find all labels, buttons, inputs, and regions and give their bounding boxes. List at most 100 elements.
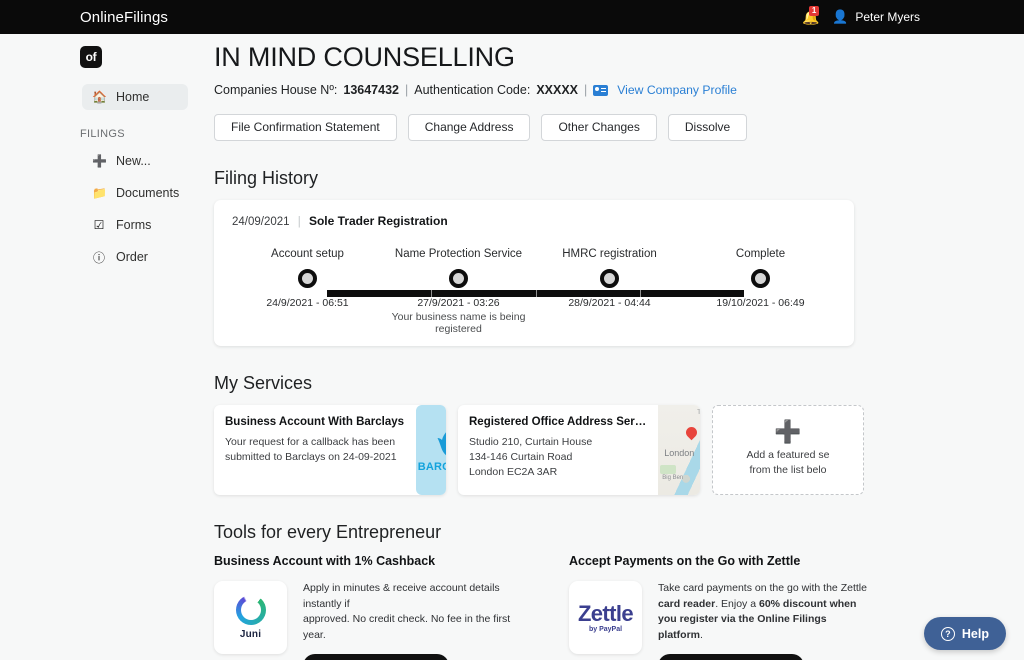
app-brand[interactable]: OnlineFilings: [80, 9, 168, 26]
registered-office-body: Registered Office Address Ser… Studio 21…: [458, 405, 658, 495]
barclays-text-line2: submitted to Barclays on 24-09-2021: [225, 451, 397, 463]
registered-office-map[interactable]: London Big Ben Temple C.: [658, 405, 700, 495]
juni-more-info-button[interactable]: ⓘ Get More Information: [303, 654, 449, 660]
sidebar-item-home-label: Home: [116, 90, 150, 104]
timeline-step-label: Account setup: [271, 248, 344, 260]
timeline-dot-icon: [751, 269, 770, 288]
zettle-desc-part-3: .: [700, 628, 703, 641]
sidebar-item-order-label: Order: [116, 250, 148, 264]
juni-text-block: Apply in minutes & receive account detai…: [303, 581, 514, 660]
timeline-step-label: HMRC registration: [562, 248, 657, 260]
zettle-desc-part-2: . Enjoy a: [715, 597, 759, 610]
sidebar-item-home[interactable]: 🏠 Home: [82, 84, 188, 110]
timeline-step-name-protection[interactable]: Name Protection Service 27/9/2021 - 03:2…: [383, 248, 534, 335]
timeline-step-time: 27/9/2021 - 03:26: [417, 297, 500, 309]
sidebar-item-documents-label: Documents: [116, 186, 180, 200]
map-label-temple: Temple C.: [697, 410, 700, 416]
main-content: IN MIND COUNSELLING Companies House Nº: …: [200, 34, 1024, 660]
meta-separator-1: |: [405, 83, 409, 97]
zettle-more-info-button[interactable]: ⓘ Get More Information: [658, 654, 804, 660]
juni-mark-icon: [236, 595, 266, 625]
barclays-body: Business Account With Barclays Your requ…: [214, 405, 416, 495]
filing-history-heading: Filing History: [214, 168, 319, 188]
user-avatar-icon: 👤: [832, 9, 849, 24]
zettle-wordmark: Zettle: [577, 600, 634, 626]
filing-timeline: Account setup 24/9/2021 - 06:51 Name Pro…: [232, 248, 836, 335]
timeline-dot-icon: [298, 269, 317, 288]
juni-desc-line-1: Apply in minutes & receive account detai…: [303, 582, 500, 610]
address-line-2: 134-146 Curtain Road: [469, 451, 573, 463]
address-line-3: London EC2A 3AR: [469, 466, 558, 478]
add-featured-service-card[interactable]: ➕ Add a featured se from the list belo: [712, 405, 864, 495]
juni-wordmark: Juni: [239, 629, 262, 640]
timeline-step-time: 24/9/2021 - 06:51: [266, 297, 349, 309]
zettle-logo-icon: Zettle by PayPal: [569, 581, 642, 654]
timeline-step-time: 28/9/2021 - 04:44: [568, 297, 651, 309]
dissolve-button[interactable]: Dissolve: [667, 114, 748, 141]
notifications-button[interactable]: 🔔 1: [802, 6, 820, 26]
timeline-step-account-setup[interactable]: Account setup 24/9/2021 - 06:51: [232, 248, 383, 335]
timeline-step-complete[interactable]: Complete 19/10/2021 - 06:49: [685, 248, 836, 335]
tools-row: Business Account with 1% Cashback Juni A…: [214, 554, 1024, 660]
file-confirmation-statement-button[interactable]: File Confirmation Statement: [214, 114, 397, 141]
service-card-registered-office[interactable]: Registered Office Address Ser… Studio 21…: [458, 405, 700, 495]
user-menu[interactable]: 👤 Peter Myers: [832, 9, 920, 25]
tool-card-juni: Business Account with 1% Cashback Juni A…: [214, 554, 514, 660]
question-mark-icon: ?: [940, 626, 955, 641]
zettle-description: Take card payments on the go with the Ze…: [658, 581, 869, 643]
sidebar-item-forms[interactable]: ☑ Forms: [82, 212, 188, 238]
meta-separator-2: |: [584, 83, 588, 97]
barclays-logo-panel: BARCLAYS: [416, 405, 446, 495]
sidebar-item-documents[interactable]: 📁 Documents: [82, 180, 188, 206]
juni-logo-icon: Juni: [214, 581, 287, 654]
timeline-step-hmrc[interactable]: HMRC registration 28/9/2021 - 04:44: [534, 248, 685, 335]
timeline-step-note: Your business name is being registered: [391, 311, 526, 335]
juni-title: Business Account with 1% Cashback: [214, 554, 436, 568]
my-services-heading: My Services: [214, 373, 313, 393]
map-label-bigben: Big Ben: [662, 475, 684, 481]
sidebar-item-new[interactable]: ➕ New...: [82, 148, 188, 174]
barclays-wordmark: BARCLAYS: [417, 460, 446, 473]
juni-desc-line-2: approved. No credit check. No fee in the…: [303, 613, 511, 641]
sidebar-filings-list: ➕ New... 📁 Documents ☑ Forms ⓘ Order: [0, 148, 200, 270]
sidebar-item-forms-label: Forms: [116, 218, 152, 232]
map-label-london: London: [664, 448, 695, 458]
sidebar-item-order[interactable]: ⓘ Order: [82, 244, 188, 270]
action-buttons: File Confirmation Statement Change Addre…: [214, 114, 1024, 141]
help-button[interactable]: ? Help: [923, 617, 1006, 650]
filing-title: Sole Trader Registration: [308, 214, 448, 228]
filing-history-card: 24/09/2021 | Sole Trader Registration Ac…: [214, 200, 854, 346]
service-card-barclays[interactable]: Business Account With Barclays Your requ…: [214, 405, 446, 495]
sidebar: of 🏠 Home FILINGS ➕ New... 📁 Documents ☑…: [0, 34, 200, 660]
auth-label: Authentication Code:: [414, 83, 531, 97]
sidebar-logo[interactable]: of: [80, 46, 102, 68]
map-pin-icon: [683, 424, 700, 441]
checkbox-icon: ☑: [93, 218, 105, 232]
juni-description: Apply in minutes & receive account detai…: [303, 581, 514, 643]
ch-label: Companies House Nº:: [214, 83, 338, 97]
barclays-title: Business Account With Barclays: [225, 416, 405, 428]
zettle-title: Accept Payments on the Go with Zettle: [569, 554, 801, 568]
zettle-body: Zettle by PayPal Take card payments on t…: [569, 581, 869, 660]
filing-divider: |: [297, 216, 301, 228]
registered-office-address: Studio 210, Curtain House 134-146 Curtai…: [469, 435, 646, 480]
page-title: IN MIND COUNSELLING: [214, 42, 515, 72]
other-changes-button[interactable]: Other Changes: [541, 114, 657, 141]
zettle-text-block: Take card payments on the go with the Ze…: [658, 581, 869, 660]
company-meta: Companies House Nº: 13647432 | Authentic…: [214, 83, 1024, 97]
change-address-button[interactable]: Change Address: [407, 114, 531, 141]
info-icon: ⓘ: [92, 250, 105, 265]
timeline-dot-icon: [600, 269, 619, 288]
view-company-profile-link[interactable]: View Company Profile: [617, 83, 737, 97]
timeline-step-label: Complete: [735, 248, 786, 260]
add-featured-service-text: Add a featured se from the list belo: [747, 448, 830, 478]
id-card-icon: [593, 84, 609, 96]
zettle-desc-part-1: Take card payments on the go with the Ze…: [658, 582, 867, 594]
topbar-right-group: 🔔 1 👤 Peter Myers: [802, 0, 920, 34]
home-icon: 🏠: [92, 90, 107, 104]
filing-date: 24/09/2021: [232, 216, 290, 228]
sidebar-section-filings: FILINGS: [80, 128, 125, 140]
my-services-row: Business Account With Barclays Your requ…: [214, 405, 1024, 495]
map-park-shape: [660, 465, 677, 474]
sidebar-item-new-label: New...: [116, 154, 151, 168]
